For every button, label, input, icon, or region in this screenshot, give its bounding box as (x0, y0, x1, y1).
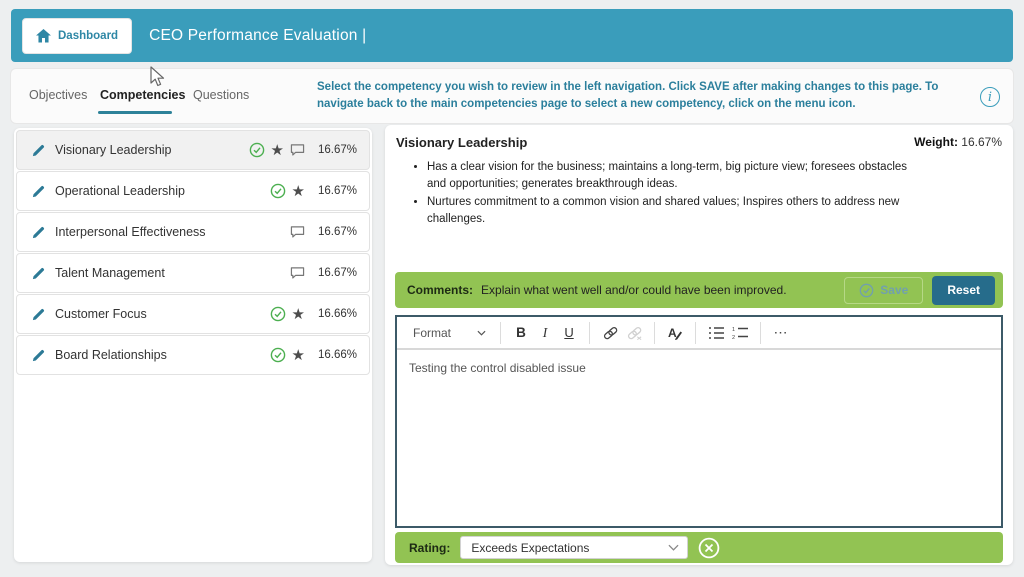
weight-percent: 16.67% (313, 226, 357, 238)
list-item-board-relationships[interactable]: Board Relationships ★ 16.66% (16, 335, 370, 375)
list-item-visionary-leadership[interactable]: Visionary Leadership ★ 16.67% (16, 130, 370, 170)
edit-pencil-icon (31, 307, 46, 322)
toolbar-separator (589, 322, 590, 344)
detail-title: Visionary Leadership (396, 135, 527, 150)
comments-hint: Explain what went well and/or could have… (481, 283, 844, 297)
svg-text:A: A (668, 326, 677, 340)
underline-button[interactable]: U (557, 321, 581, 345)
dashboard-button[interactable]: Dashboard (22, 18, 132, 54)
star-icon: ★ (292, 184, 305, 199)
competency-label: Operational Leadership (55, 184, 270, 198)
list-item-operational-leadership[interactable]: Operational Leadership ★ 16.67% (16, 171, 370, 211)
toolbar-separator (695, 322, 696, 344)
edit-pencil-icon (31, 348, 46, 363)
edit-pencil-icon (31, 143, 46, 158)
italic-button[interactable]: I (533, 321, 557, 345)
edit-pencil-icon (31, 225, 46, 240)
save-check-icon (859, 283, 874, 298)
instruction-message: Select the competency you wish to review… (317, 79, 967, 112)
tab-objectives[interactable]: Objectives (29, 88, 87, 102)
list-item-interpersonal-effectiveness[interactable]: Interpersonal Effectiveness 16.67% (16, 212, 370, 252)
star-icon: ★ (292, 348, 305, 363)
competency-description: Has a clear vision for the business; mai… (399, 159, 919, 228)
list-item-talent-management[interactable]: Talent Management 16.67% (16, 253, 370, 293)
chevron-down-icon (668, 544, 679, 551)
toolbar-separator (654, 322, 655, 344)
competency-label: Interpersonal Effectiveness (55, 225, 290, 239)
list-item-customer-focus[interactable]: Customer Focus ★ 16.66% (16, 294, 370, 334)
format-label: Format (413, 326, 451, 340)
approved-check-icon (249, 142, 265, 158)
description-bullet: Nurtures commitment to a common vision a… (427, 194, 919, 229)
home-icon (36, 29, 51, 43)
tab-questions[interactable]: Questions (193, 88, 249, 102)
clear-rating-button[interactable] (698, 537, 720, 559)
comments-bar: Comments: Explain what went well and/or … (395, 272, 1003, 308)
competency-label: Talent Management (55, 266, 290, 280)
comments-editor: Format B I U (395, 315, 1003, 528)
unlink-button (622, 321, 646, 345)
toolbar-separator (760, 322, 761, 344)
more-options-button[interactable]: ⋯ (769, 321, 793, 345)
numbered-list-button[interactable]: 1 2 (728, 321, 752, 345)
rating-label: Rating: (409, 541, 450, 555)
editor-toolbar: Format B I U (397, 317, 1001, 350)
svg-text:2: 2 (732, 335, 735, 340)
dashboard-label: Dashboard (58, 30, 118, 42)
competency-detail-panel: Visionary Leadership Weight: 16.67% Has … (385, 125, 1013, 565)
weight-label: Weight: (914, 135, 958, 149)
weight-percent: 16.67% (313, 185, 357, 197)
description-bullet: Has a clear vision for the business; mai… (427, 159, 919, 194)
svg-text:1: 1 (732, 327, 735, 333)
approved-check-icon (270, 183, 286, 199)
star-icon: ★ (271, 143, 284, 158)
toolbar-separator (500, 322, 501, 344)
link-button[interactable] (598, 321, 622, 345)
bold-button[interactable]: B (509, 321, 533, 345)
weight-percent: 16.66% (313, 349, 357, 361)
competency-label: Visionary Leadership (55, 143, 249, 157)
format-dropdown[interactable]: Format (407, 323, 492, 343)
comment-icon (290, 143, 305, 157)
app-header: Dashboard CEO Performance Evaluation | (11, 9, 1013, 62)
detail-weight: Weight: 16.67% (914, 135, 1002, 150)
weight-percent: 16.67% (313, 267, 357, 279)
star-icon: ★ (292, 307, 305, 322)
comment-icon (290, 225, 305, 239)
active-tab-underline (98, 111, 172, 114)
competency-label: Board Relationships (55, 348, 270, 362)
chevron-down-icon (477, 330, 486, 336)
editor-content[interactable]: Testing the control disabled issue (397, 350, 1001, 526)
weight-percent: 16.67% (313, 144, 357, 156)
competency-label: Customer Focus (55, 307, 270, 321)
comment-icon (290, 266, 305, 280)
rating-bar: Rating: Exceeds Expectations (395, 532, 1003, 563)
rating-select[interactable]: Exceeds Expectations (460, 536, 688, 559)
weight-percent: 16.66% (313, 308, 357, 320)
edit-pencil-icon (31, 184, 46, 199)
remove-format-button[interactable]: A (663, 321, 687, 345)
weight-value: 16.67% (961, 135, 1002, 149)
save-button[interactable]: Save (844, 277, 923, 304)
tab-competencies[interactable]: Competencies (100, 88, 185, 102)
page-title: CEO Performance Evaluation | (149, 27, 366, 45)
rating-value: Exceeds Expectations (471, 541, 668, 555)
approved-check-icon (270, 306, 286, 322)
edit-pencil-icon (31, 266, 46, 281)
bulleted-list-button[interactable] (704, 321, 728, 345)
approved-check-icon (270, 347, 286, 363)
reset-button[interactable]: Reset (932, 276, 995, 305)
comments-label: Comments: (407, 283, 473, 297)
save-label: Save (880, 283, 908, 297)
tab-bar: Objectives Competencies Questions Select… (10, 68, 1014, 124)
info-icon[interactable]: i (980, 87, 1000, 107)
competency-list: Visionary Leadership ★ 16.67% Operationa… (14, 128, 372, 562)
